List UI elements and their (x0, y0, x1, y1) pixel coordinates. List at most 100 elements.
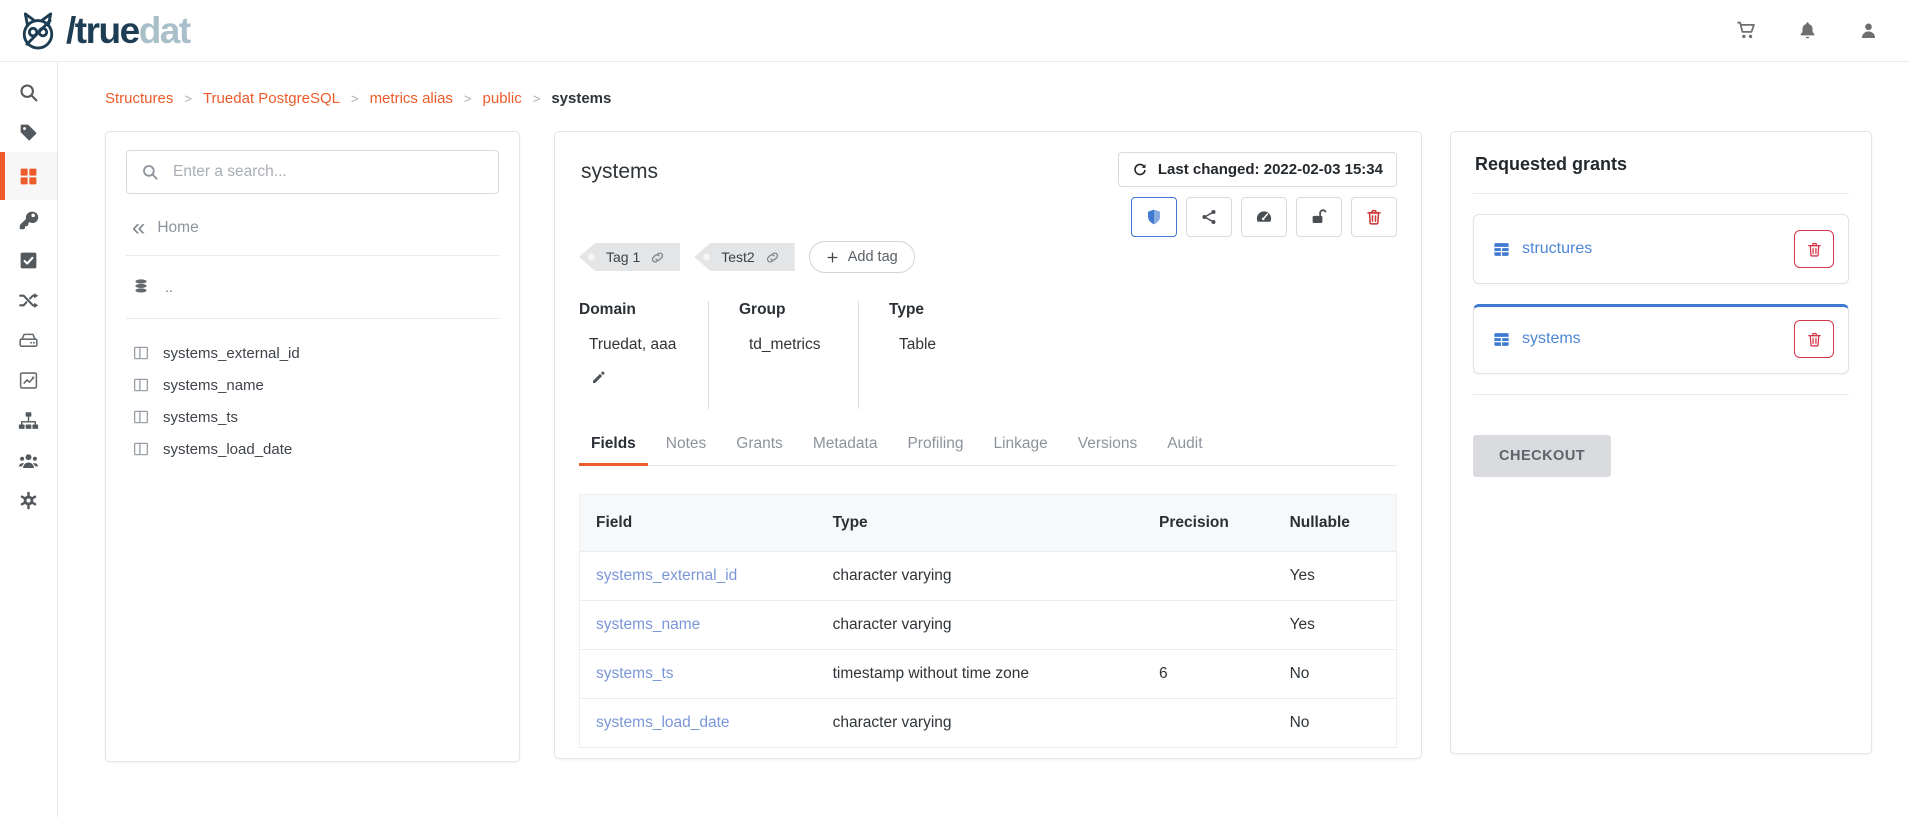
columns-icon (132, 440, 150, 458)
field-precision (1143, 699, 1274, 748)
field-link[interactable]: systems_load_date (580, 699, 817, 748)
tree-item-systems-load-date[interactable]: systems_load_date (126, 433, 499, 465)
tree-parent-item[interactable]: .. (126, 274, 499, 300)
tab-audit[interactable]: Audit (1155, 425, 1214, 465)
last-changed-button[interactable]: Last changed: 2022-02-03 15:34 (1118, 152, 1397, 187)
grant-link-systems[interactable]: systems (1492, 330, 1581, 349)
group-value: td_metrics (739, 336, 828, 354)
share-button[interactable] (1186, 197, 1232, 237)
tag-icon (18, 122, 39, 143)
grant-card-structures: structures (1473, 214, 1849, 284)
checkout-button[interactable]: CHECKOUT (1473, 435, 1611, 477)
field-nullable: Yes (1274, 601, 1396, 650)
tree-item-label: systems_external_id (163, 345, 300, 362)
tag-chip-test2[interactable]: Test2 (694, 243, 794, 271)
profiling-button[interactable] (1241, 197, 1287, 237)
remove-grant-systems-button[interactable] (1794, 320, 1834, 358)
rail-item-keys[interactable] (0, 200, 57, 240)
trash-icon (1806, 241, 1823, 258)
field-type: timestamp without time zone (817, 650, 1143, 699)
trash-icon (1365, 208, 1383, 226)
refresh-icon (1132, 162, 1148, 178)
divider (1473, 193, 1849, 194)
rail-item-settings[interactable] (0, 480, 57, 520)
rail-item-users[interactable] (0, 440, 57, 480)
top-bar: /truedat (0, 0, 1909, 62)
tag-hole (703, 254, 710, 261)
rail-item-charts[interactable] (0, 360, 57, 400)
rail-item-shuffle[interactable] (0, 280, 57, 320)
columns-icon (132, 376, 150, 394)
grid-icon (18, 166, 39, 187)
rail-item-taxonomy[interactable] (0, 400, 57, 440)
attribute-type: Type Table (889, 301, 966, 409)
tab-versions[interactable]: Versions (1066, 425, 1149, 465)
delete-structure-button[interactable] (1351, 197, 1397, 237)
tab-notes[interactable]: Notes (654, 425, 719, 465)
protect-button[interactable] (1131, 197, 1177, 237)
users-icon (18, 450, 39, 471)
trash-icon (1806, 331, 1823, 348)
home-label: Home (157, 219, 198, 237)
attributes-section: Domain Truedat, aaa Group td_metrics Typ… (579, 301, 1397, 409)
remove-grant-structures-button[interactable] (1794, 230, 1834, 268)
unlock-button[interactable] (1296, 197, 1342, 237)
plus-icon (826, 251, 839, 264)
field-link[interactable]: systems_name (580, 601, 817, 650)
rail-item-search[interactable] (0, 72, 57, 112)
tab-profiling[interactable]: Profiling (895, 425, 975, 465)
table-icon (1492, 330, 1511, 349)
grant-label: structures (1522, 240, 1592, 258)
table-header-row: Field Type Precision Nullable (580, 495, 1396, 552)
user-icon[interactable] (1858, 20, 1879, 41)
truedat-logo[interactable]: /truedat (16, 9, 190, 53)
tree-search-box (126, 150, 499, 194)
field-link[interactable]: systems_external_id (580, 552, 817, 601)
rail-item-tags[interactable] (0, 112, 57, 152)
add-tag-label: Add tag (848, 249, 898, 265)
tab-grants[interactable]: Grants (724, 425, 795, 465)
add-tag-button[interactable]: Add tag (809, 241, 915, 273)
breadcrumb-link-schema[interactable]: public (483, 90, 522, 107)
rail-item-quality[interactable] (0, 240, 57, 280)
field-nullable: No (1274, 699, 1396, 748)
breadcrumb-separator: > (351, 91, 359, 106)
tab-linkage[interactable]: Linkage (981, 425, 1059, 465)
database-icon (132, 278, 150, 296)
tree-item-systems-external-id[interactable]: systems_external_id (126, 337, 499, 369)
detail-tabs: Fields Notes Grants Metadata Profiling L… (579, 425, 1397, 466)
breadcrumb-link-system[interactable]: Truedat PostgreSQL (203, 90, 340, 107)
tag-chip-tag1[interactable]: Tag 1 (579, 243, 680, 271)
column-header-type: Type (817, 495, 1143, 552)
link-icon[interactable] (765, 250, 780, 265)
breadcrumb-link-structures[interactable]: Structures (105, 90, 173, 107)
grant-link-structures[interactable]: structures (1492, 240, 1592, 259)
type-label: Type (889, 301, 936, 319)
parent-label: .. (165, 279, 173, 295)
shield-icon (1145, 208, 1163, 226)
structure-tree-panel: « Home .. systems_external_id sy (105, 131, 520, 762)
bell-icon[interactable] (1797, 20, 1818, 41)
divider (126, 255, 499, 256)
field-link[interactable]: systems_ts (580, 650, 817, 699)
header-controls: Last changed: 2022-02-03 15:34 (1118, 152, 1397, 237)
tree-home-link[interactable]: « Home (132, 218, 493, 237)
pencil-icon (591, 369, 607, 385)
edit-domain-button[interactable] (591, 369, 607, 385)
tab-metadata[interactable]: Metadata (801, 425, 890, 465)
field-type: character varying (817, 601, 1143, 650)
tree-item-label: systems_name (163, 377, 264, 394)
link-icon[interactable] (650, 250, 665, 265)
grant-label: systems (1522, 330, 1581, 348)
rail-item-systems[interactable] (0, 320, 57, 360)
tree-item-systems-ts[interactable]: systems_ts (126, 401, 499, 433)
search-input[interactable] (171, 162, 484, 182)
tree-item-systems-name[interactable]: systems_name (126, 369, 499, 401)
tab-fields[interactable]: Fields (579, 425, 648, 466)
search-icon (18, 82, 39, 103)
cart-icon[interactable] (1736, 20, 1757, 41)
breadcrumb-link-database[interactable]: metrics alias (370, 90, 453, 107)
rail-item-structures[interactable] (0, 152, 57, 200)
structure-detail-panel: systems Last changed: 2022-02-03 15:34 (554, 131, 1422, 759)
table-icon (1492, 240, 1511, 259)
